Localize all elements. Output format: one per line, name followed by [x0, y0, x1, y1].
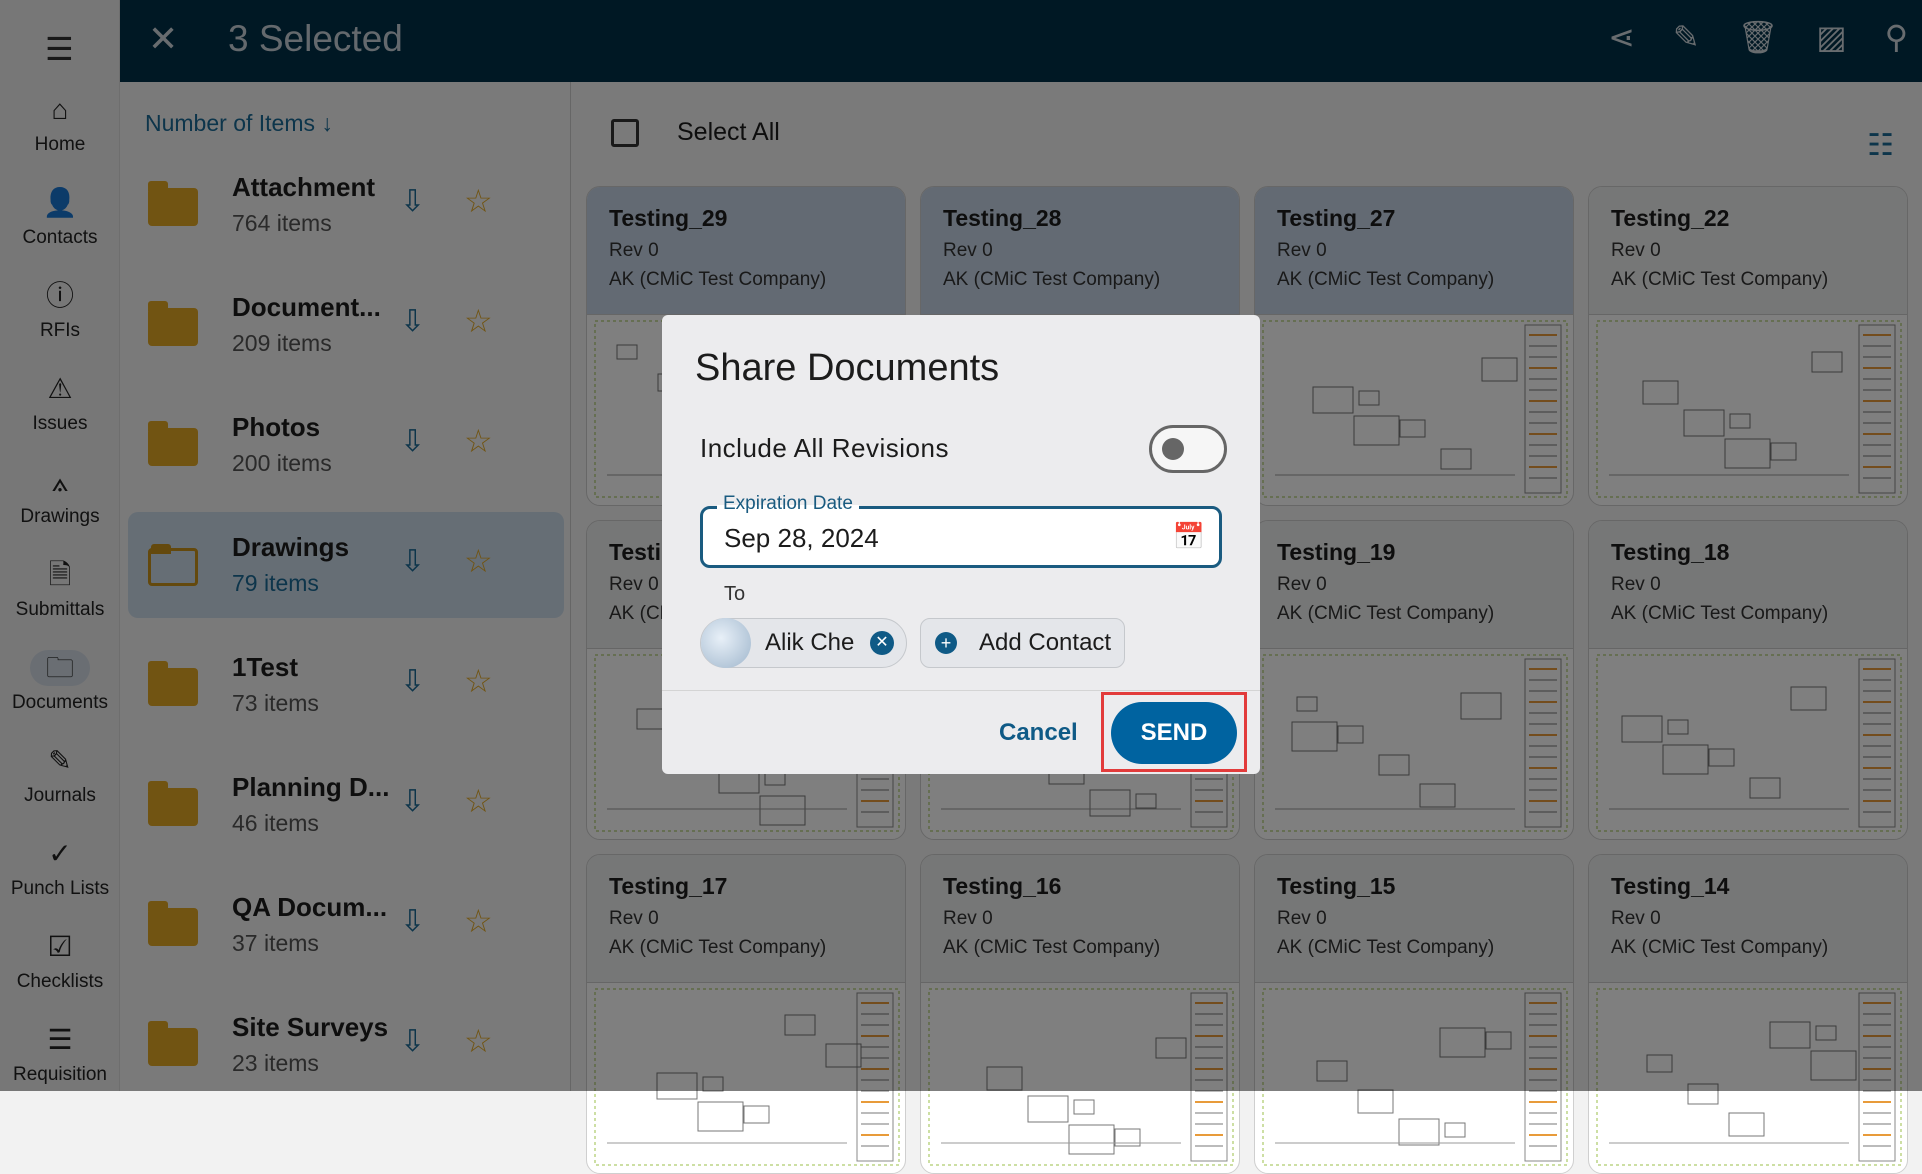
divider: [662, 690, 1260, 691]
expiration-date-field[interactable]: Expiration Date Sep 28, 2024 📅: [700, 493, 1222, 568]
add-contact-label: Add Contact: [979, 629, 1112, 656]
to-label: To: [724, 583, 746, 605]
remove-recipient-icon[interactable]: ✕: [870, 631, 894, 655]
recipient-chip: Alik Che ✕: [700, 618, 907, 668]
include-revisions-toggle[interactable]: [1149, 425, 1227, 473]
share-documents-dialog: Share Documents Include All Revisions Ex…: [662, 315, 1260, 774]
cancel-button[interactable]: Cancel: [999, 719, 1078, 747]
calendar-icon[interactable]: 📅: [1173, 521, 1205, 552]
recipient-name: Alik Che: [765, 629, 855, 656]
plus-icon: +: [935, 632, 957, 654]
include-revisions-label: Include All Revisions: [700, 433, 949, 463]
expiration-date-value: Sep 28, 2024: [724, 523, 879, 553]
send-button[interactable]: SEND: [1111, 702, 1237, 764]
add-contact-button[interactable]: + Add Contact: [920, 618, 1125, 668]
expiration-date-label: Expiration Date: [717, 493, 859, 515]
dialog-title: Share Documents: [695, 347, 1000, 389]
avatar: [701, 618, 751, 668]
